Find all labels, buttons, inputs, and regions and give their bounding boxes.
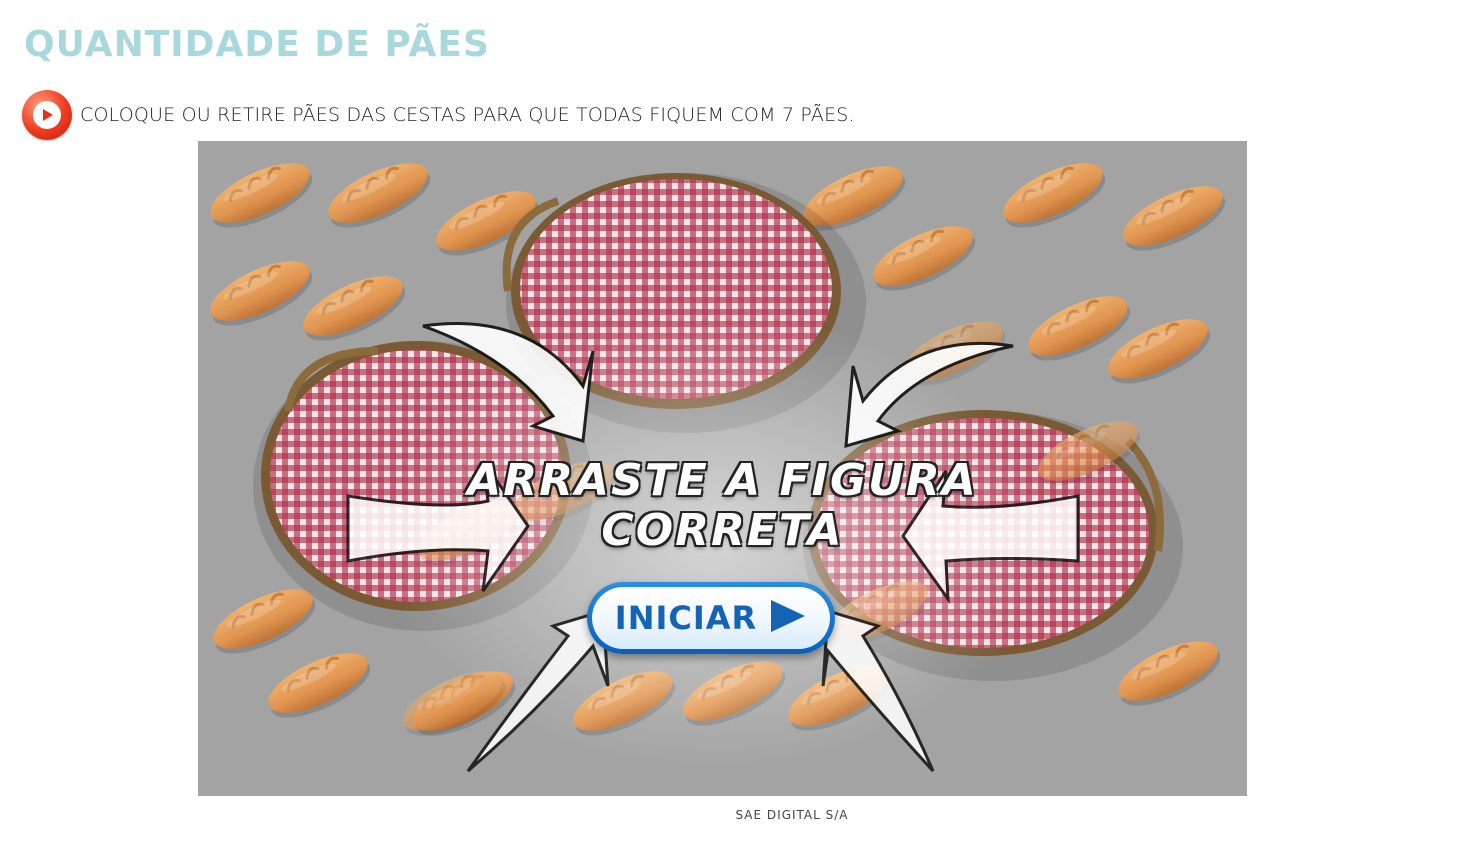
page-title: QUANTIDADE DE PÃES [24,24,490,65]
play-triangle-icon [769,598,807,638]
instruction-text: COLOQUE OU RETIRE PÃES DAS CESTAS PARA Q… [80,104,855,126]
play-icon [33,101,61,129]
footer-credit: SAE DIGITAL S/A [735,808,849,822]
instruction-row: COLOQUE OU RETIRE PÃES DAS CESTAS PARA Q… [22,90,855,140]
drag-instruction-line2: CORRETA [601,505,844,556]
game-area[interactable]: ARRASTE A FIGURA CORRETA INICIAR [198,141,1247,796]
drag-instruction-line1: ARRASTE A FIGURA [467,455,978,506]
audio-play-button[interactable] [22,90,72,140]
start-button-label: INICIAR [614,599,758,637]
start-button[interactable]: INICIAR [587,582,835,654]
